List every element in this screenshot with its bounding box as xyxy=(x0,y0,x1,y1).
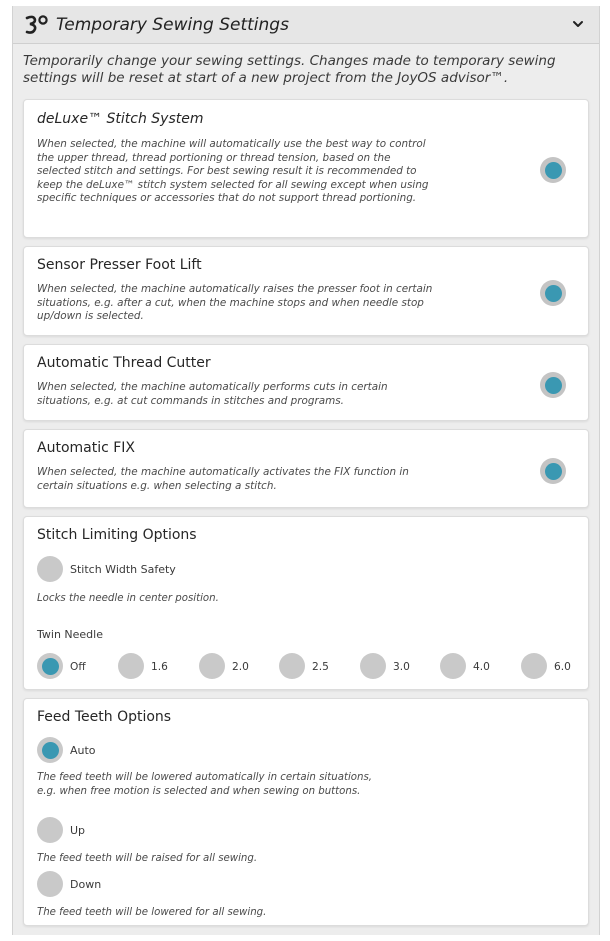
thread-cutter-toggle[interactable] xyxy=(540,372,566,398)
sensor-foot-card: Sensor Presser Foot Lift When selected, … xyxy=(23,246,589,336)
feed-teeth-auto-description: The feed teeth will be lowered automatic… xyxy=(37,772,373,797)
thread-cutter-card: Automatic Thread Cutter When selected, t… xyxy=(23,344,589,421)
twin-needle-radio-off[interactable] xyxy=(37,653,63,679)
feed-teeth-down-description: The feed teeth will be lowered for all s… xyxy=(37,907,267,918)
radio-selected-indicator xyxy=(41,741,59,759)
chevron-down-icon[interactable] xyxy=(571,17,585,31)
auto-fix-toggle[interactable] xyxy=(540,458,566,484)
auto-fix-card: Automatic FIX When selected, the machine… xyxy=(23,429,589,508)
feed-teeth-up-description: The feed teeth will be raised for all se… xyxy=(37,853,258,864)
twin-needle-label: Twin Needle xyxy=(37,628,103,641)
stitch-width-safety-description: Locks the needle in center position. xyxy=(37,593,219,604)
feed-teeth-radio-down[interactable] xyxy=(37,871,63,897)
twin-needle-option-label: 4.0 xyxy=(473,661,490,673)
feed-teeth-card: Feed Teeth Options Auto The feed teeth w… xyxy=(23,698,589,926)
feed-teeth-down-label: Down xyxy=(70,878,102,891)
intro-text: Temporarily change your sewing settings.… xyxy=(23,53,556,86)
stitch-width-safety-label: Stitch Width Safety xyxy=(70,563,176,576)
toggle-on-indicator xyxy=(544,284,562,302)
twin-needle-radio-1-6[interactable] xyxy=(118,653,144,679)
twin-needle-radio-3-0[interactable] xyxy=(360,653,386,679)
thread-cutter-title: Automatic Thread Cutter xyxy=(37,355,211,371)
stitch-limiting-card: Stitch Limiting Options Stitch Width Saf… xyxy=(23,516,589,690)
radio-selected-indicator xyxy=(41,657,59,675)
toggle-on-indicator xyxy=(544,376,562,394)
temporary-settings-panel: Temporary Sewing Settings Temporarily ch… xyxy=(12,6,600,935)
sensor-foot-title: Sensor Presser Foot Lift xyxy=(37,257,202,273)
deluxe-title: deLuxe™ Stitch System xyxy=(37,111,204,127)
page-title: Temporary Sewing Settings xyxy=(56,14,289,35)
twin-needle-radio-2-5[interactable] xyxy=(279,653,305,679)
sensor-foot-description: When selected, the machine automatically… xyxy=(37,283,433,323)
stitch-limiting-title: Stitch Limiting Options xyxy=(37,527,197,543)
sensor-foot-toggle[interactable] xyxy=(540,280,566,306)
deluxe-stitch-card: deLuxe™ Stitch System When selected, the… xyxy=(23,99,589,238)
panel-header[interactable]: Temporary Sewing Settings xyxy=(13,6,599,44)
twin-needle-radio-2-0[interactable] xyxy=(199,653,225,679)
twin-needle-option-label: Off xyxy=(70,661,86,673)
feed-teeth-auto-label: Auto xyxy=(70,744,96,757)
twin-needle-option-label: 2.5 xyxy=(312,661,329,673)
deluxe-description: When selected, the machine will automati… xyxy=(37,138,429,205)
toggle-on-indicator xyxy=(544,462,562,480)
twin-needle-radio-6-0[interactable] xyxy=(521,653,547,679)
twin-needle-radio-4-0[interactable] xyxy=(440,653,466,679)
feed-teeth-radio-up[interactable] xyxy=(37,817,63,843)
feed-teeth-up-label: Up xyxy=(70,824,86,837)
joyos-logo-icon xyxy=(25,14,48,34)
auto-fix-title: Automatic FIX xyxy=(37,440,136,456)
deluxe-toggle[interactable] xyxy=(540,157,566,183)
feed-teeth-title: Feed Teeth Options xyxy=(37,709,172,725)
twin-needle-option-label: 3.0 xyxy=(393,661,410,673)
twin-needle-option-label: 1.6 xyxy=(151,661,168,673)
toggle-on-indicator xyxy=(544,161,562,179)
stitch-width-safety-radio[interactable] xyxy=(37,556,63,582)
feed-teeth-radio-auto[interactable] xyxy=(37,737,63,763)
thread-cutter-description: When selected, the machine automatically… xyxy=(37,381,388,407)
twin-needle-option-label: 6.0 xyxy=(554,661,571,673)
auto-fix-description: When selected, the machine automatically… xyxy=(37,466,409,492)
twin-needle-option-label: 2.0 xyxy=(232,661,249,673)
